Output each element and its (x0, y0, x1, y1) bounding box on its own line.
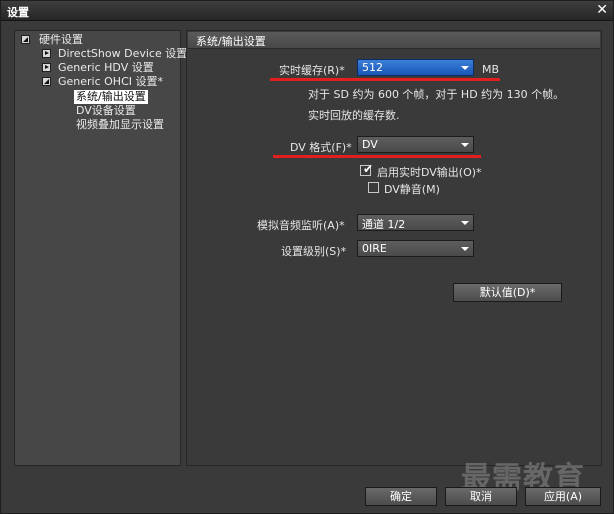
chevron-down-icon (461, 221, 469, 225)
tree-item-label-selected: 系统/输出设置 (74, 90, 148, 104)
chevron-down-icon (461, 66, 469, 70)
tree-item-label: DirectShow Device 设置 (58, 47, 188, 60)
cache-unit: MB (482, 63, 500, 76)
tree-item-label: 硬件设置 (39, 33, 83, 46)
highlight-underline-cache (270, 78, 500, 81)
window-title: 设置 (7, 6, 29, 19)
tree-expand-icon[interactable] (21, 35, 30, 44)
dv-mute-checkbox[interactable] (368, 182, 379, 193)
tree-item-label: Generic HDV 设置 (58, 61, 154, 74)
check-icon: ✔ (363, 162, 374, 176)
close-icon[interactable]: ✕ (596, 2, 608, 18)
cache-note-1: 对于 SD 约为 600 个帧，对于 HD 约为 130 个帧。 (308, 88, 565, 101)
title-bar[interactable]: 设置 ✕ (1, 1, 613, 21)
setup-level-select[interactable]: 0IRE (357, 240, 474, 257)
tree-expand-icon[interactable] (42, 77, 51, 86)
audio-monitor-value: 通道 1/2 (362, 218, 406, 231)
settings-tree: 硬件设置 DirectShow Device 设置 Generic HDV 设置… (14, 30, 187, 466)
settings-dialog: 设置 ✕ 硬件设置 DirectShow Device 设置 Generic H… (0, 0, 614, 514)
cache-select[interactable]: 512 (357, 59, 474, 76)
enable-dv-output-label: 启用实时DV输出(O)* (377, 166, 482, 179)
dv-format-value: DV (362, 138, 378, 151)
cache-label: 实时缓存(R)* (279, 64, 345, 77)
highlight-underline-dv-format (273, 155, 481, 158)
cancel-button[interactable]: 取消 (445, 487, 517, 506)
panel-header: 系统/输出设置 (188, 32, 600, 49)
panel-title: 系统/输出设置 (196, 35, 266, 48)
setup-level-value: 0IRE (362, 242, 387, 255)
audio-monitor-select[interactable]: 通道 1/2 (357, 214, 474, 231)
default-button[interactable]: 默认值(D)* (453, 283, 562, 302)
ok-button[interactable]: 确定 (365, 487, 437, 506)
enable-dv-output-checkbox[interactable]: ✔ (360, 162, 374, 176)
audio-monitor-label: 模拟音频监听(A)* (257, 219, 345, 232)
apply-button[interactable]: 应用(A) (525, 487, 601, 506)
dv-mute-label: DV静音(M) (384, 183, 440, 196)
cache-note-2: 实时回放的缓存数. (308, 109, 400, 122)
cache-value: 512 (362, 61, 383, 74)
tree-item-label: 视频叠加显示设置 (76, 118, 164, 131)
settings-panel: 系统/输出设置 实时缓存(R)* 512 MB 对于 SD 约为 600 个帧，… (186, 30, 602, 466)
chevron-down-icon (461, 143, 469, 147)
setup-level-label: 设置级别(S)* (281, 245, 347, 258)
chevron-down-icon (461, 247, 469, 251)
dv-format-select[interactable]: DV (357, 136, 474, 153)
tree-collapse-icon[interactable] (42, 49, 51, 58)
dv-format-label: DV 格式(F)* (290, 141, 352, 154)
tree-item-label: DV设备设置 (76, 104, 136, 117)
tree-item-label: Generic OHCI 设置* (58, 75, 164, 88)
tree-collapse-icon[interactable] (42, 63, 51, 72)
